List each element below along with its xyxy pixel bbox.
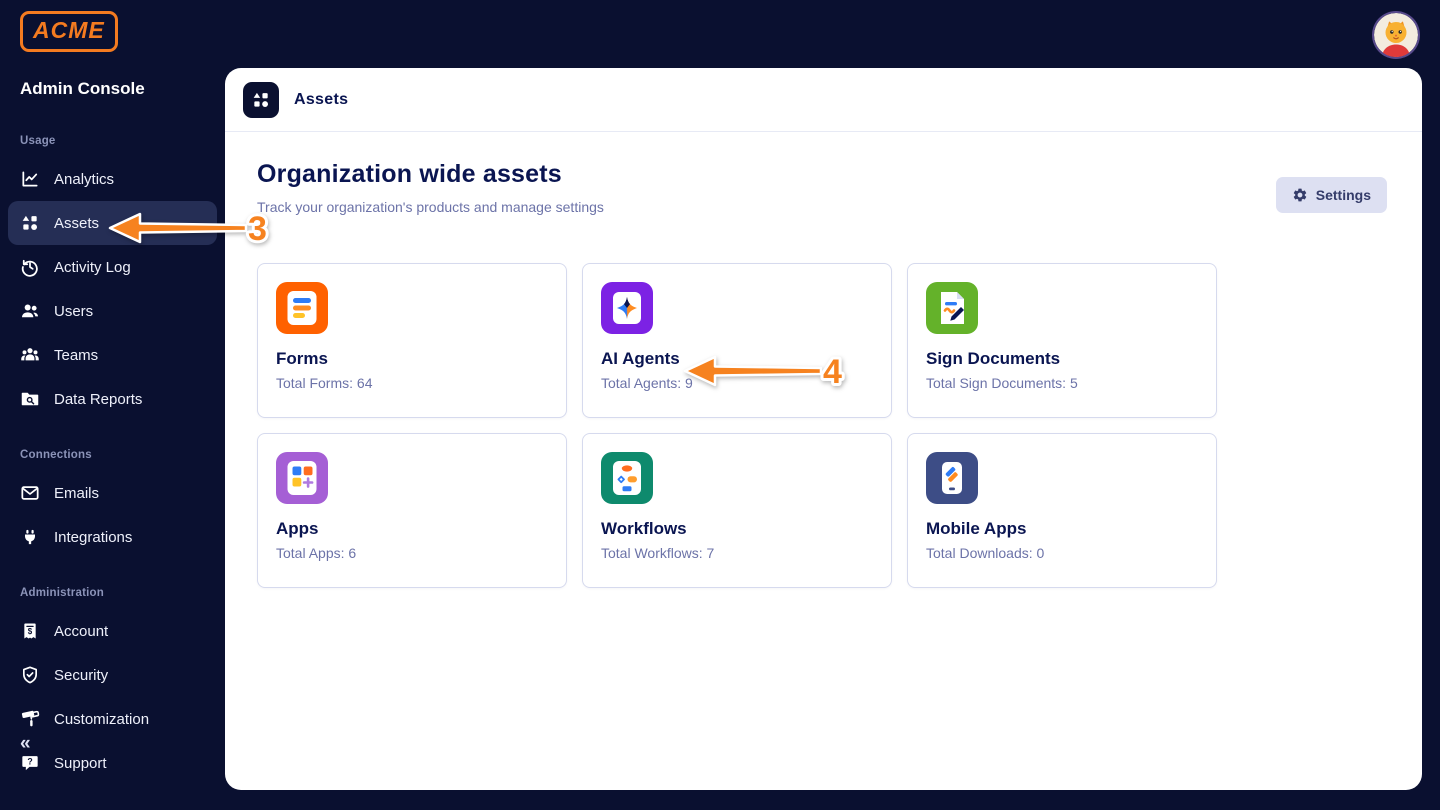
card-stat: Total Agents: 9	[601, 375, 873, 391]
sidebar-item-label: Data Reports	[54, 391, 142, 408]
asset-card-forms[interactable]: Forms Total Forms: 64	[257, 263, 567, 418]
card-stat: Total Forms: 64	[276, 375, 548, 391]
sidebar-item-label: Analytics	[54, 171, 114, 188]
sidebar-item-analytics[interactable]: Analytics	[8, 157, 217, 201]
activity-log-icon	[20, 257, 40, 277]
page-subtitle: Track your organization's products and m…	[257, 199, 1390, 215]
settings-button-label: Settings	[1316, 187, 1371, 203]
account-icon: $	[20, 621, 40, 641]
svg-text:?: ?	[27, 757, 32, 767]
sidebar-item-account[interactable]: $ Account	[8, 609, 217, 653]
settings-button[interactable]: Settings	[1276, 177, 1387, 213]
sidebar-item-label: Integrations	[54, 529, 132, 546]
sidebar-item-label: Emails	[54, 485, 99, 502]
emails-icon	[20, 483, 40, 503]
sidebar-item-emails[interactable]: Emails	[8, 471, 217, 515]
card-title: Sign Documents	[926, 349, 1198, 369]
card-title: Apps	[276, 519, 548, 539]
users-icon	[20, 301, 40, 321]
sidebar-item-data-reports[interactable]: Data Reports	[8, 377, 217, 421]
sidebar-nav: Usage Analytics Assets Activity Log Users Tea…	[0, 120, 225, 785]
collapse-sidebar-icon[interactable]: «	[20, 733, 29, 755]
assets-icon	[20, 213, 40, 233]
admin-console-title: Admin Console	[20, 79, 145, 99]
sidebar-item-teams[interactable]: Teams	[8, 333, 217, 377]
panel-header-title: Assets	[294, 91, 348, 109]
sign-documents-icon	[926, 282, 978, 334]
asset-card-mobile-apps[interactable]: Mobile Apps Total Downloads: 0	[907, 433, 1217, 588]
sidebar-item-assets[interactable]: Assets	[8, 201, 217, 245]
asset-card-sign-documents[interactable]: Sign Documents Total Sign Documents: 5	[907, 263, 1217, 418]
sidebar-item-users[interactable]: Users	[8, 289, 217, 333]
card-stat: Total Downloads: 0	[926, 545, 1198, 561]
main-panel: Assets Organization wide assets Track yo…	[225, 68, 1422, 790]
acme-logo[interactable]: ACME	[20, 11, 118, 52]
sidebar-item-customization[interactable]: Customization	[8, 697, 217, 741]
teams-icon	[20, 345, 40, 365]
asset-card-ai-agents[interactable]: AI Agents Total Agents: 9	[582, 263, 892, 418]
user-avatar[interactable]	[1374, 13, 1418, 57]
sidebar-section-connections: Connections Emails Integrations	[0, 449, 225, 559]
asset-card-apps[interactable]: Apps Total Apps: 6	[257, 433, 567, 588]
forms-icon	[276, 282, 328, 334]
sidebar-item-support[interactable]: ? Support	[8, 741, 217, 785]
page-title: Organization wide assets	[257, 160, 1390, 189]
assets-header-icon	[243, 82, 279, 118]
card-stat: Total Apps: 6	[276, 545, 548, 561]
ai-agents-icon	[601, 282, 653, 334]
panel-content: Organization wide assets Track your orga…	[225, 132, 1422, 588]
data-reports-icon	[20, 389, 40, 409]
analytics-icon	[20, 169, 40, 189]
sidebar-item-label: Account	[54, 623, 108, 640]
sidebar-item-integrations[interactable]: Integrations	[8, 515, 217, 559]
workflows-icon	[601, 452, 653, 504]
panel-header: Assets	[225, 68, 1422, 132]
sidebar-item-label: Assets	[54, 215, 99, 232]
sidebar-item-label: Activity Log	[54, 259, 131, 276]
sidebar-item-label: Users	[54, 303, 93, 320]
sidebar-section-label: Usage	[20, 135, 205, 147]
svg-text:$: $	[28, 627, 33, 636]
sidebar-section-label: Connections	[20, 449, 205, 461]
mobile-apps-icon	[926, 452, 978, 504]
avatar-cat-illustration	[1374, 13, 1418, 57]
sidebar-item-label: Teams	[54, 347, 98, 364]
card-stat: Total Sign Documents: 5	[926, 375, 1198, 391]
security-icon	[20, 665, 40, 685]
integrations-icon	[20, 527, 40, 547]
sidebar: ACME Admin Console Usage Analytics Assets A…	[0, 0, 225, 810]
customization-icon	[20, 709, 40, 729]
asset-cards-grid: Forms Total Forms: 64 AI Agents Total Agent…	[257, 263, 1390, 588]
sidebar-section-administration: Administration $ Account Security Customizat…	[0, 587, 225, 785]
sidebar-item-label: Support	[54, 755, 107, 772]
sidebar-item-label: Security	[54, 667, 108, 684]
card-title: AI Agents	[601, 349, 873, 369]
sidebar-section-label: Administration	[20, 587, 205, 599]
sidebar-item-security[interactable]: Security	[8, 653, 217, 697]
sidebar-item-label: Customization	[54, 711, 149, 728]
card-title: Forms	[276, 349, 548, 369]
gear-icon	[1292, 187, 1308, 203]
sidebar-item-activity-log[interactable]: Activity Log	[8, 245, 217, 289]
card-title: Workflows	[601, 519, 873, 539]
card-stat: Total Workflows: 7	[601, 545, 873, 561]
card-title: Mobile Apps	[926, 519, 1198, 539]
sidebar-section-usage: Usage Analytics Assets Activity Log Users Tea…	[0, 135, 225, 421]
asset-card-workflows[interactable]: Workflows Total Workflows: 7	[582, 433, 892, 588]
apps-icon	[276, 452, 328, 504]
support-icon: ?	[20, 753, 40, 773]
